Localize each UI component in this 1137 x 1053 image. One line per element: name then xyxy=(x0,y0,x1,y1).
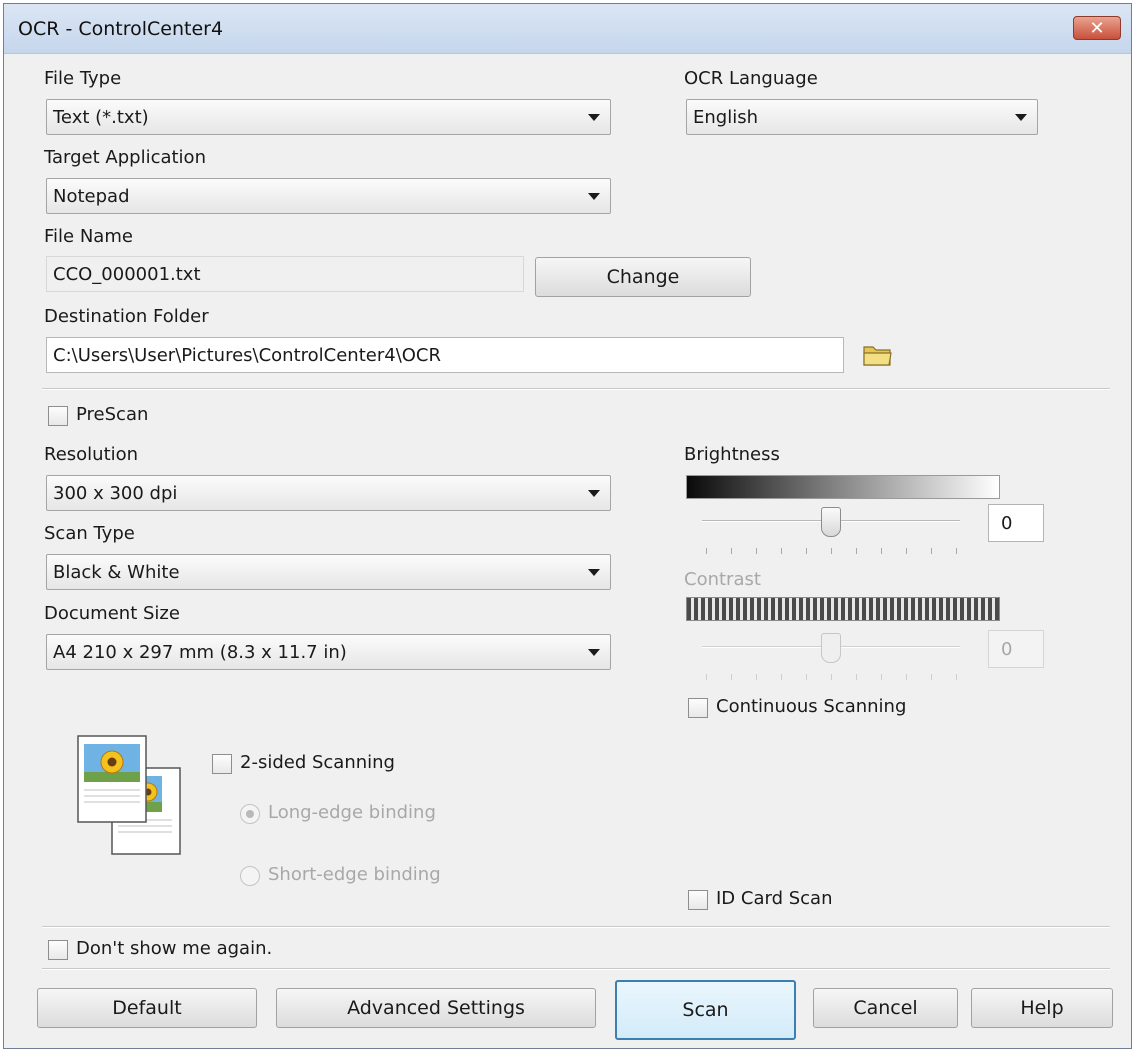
help-button[interactable]: Help xyxy=(971,988,1113,1028)
close-button[interactable]: ✕ xyxy=(1073,16,1121,40)
chevron-down-icon xyxy=(588,569,600,576)
separator xyxy=(42,968,1110,970)
separator xyxy=(42,388,1110,390)
destination-folder-input[interactable]: C:\Users\User\Pictures\ControlCenter4\OC… xyxy=(46,337,844,373)
advanced-settings-button[interactable]: Advanced Settings xyxy=(276,988,596,1028)
long-edge-binding-radio xyxy=(240,804,260,824)
two-sided-scanning-label: 2-sided Scanning xyxy=(240,752,395,773)
file-name-label: File Name xyxy=(44,226,133,247)
window-title: OCR - ControlCenter4 xyxy=(18,18,224,40)
contrast-label: Contrast xyxy=(684,569,761,590)
contrast-pattern xyxy=(686,597,1000,621)
ocr-language-dropdown[interactable]: English xyxy=(686,99,1038,135)
chevron-down-icon xyxy=(1015,114,1027,121)
continuous-scanning-checkbox[interactable] xyxy=(688,698,708,718)
destination-folder-value: C:\Users\User\Pictures\ControlCenter4\OC… xyxy=(53,345,442,366)
resolution-value: 300 x 300 dpi xyxy=(53,483,178,504)
change-button[interactable]: Change xyxy=(535,257,751,297)
target-application-label: Target Application xyxy=(44,147,206,168)
dont-show-again-label: Don't show me again. xyxy=(76,938,273,959)
resolution-dropdown[interactable]: 300 x 300 dpi xyxy=(46,475,611,511)
separator xyxy=(42,926,1110,928)
long-edge-binding-label: Long-edge binding xyxy=(268,802,436,823)
brightness-gradient xyxy=(686,475,1000,499)
scan-type-value: Black & White xyxy=(53,562,180,583)
ocr-language-value: English xyxy=(693,107,758,128)
short-edge-binding-label: Short-edge binding xyxy=(268,864,441,885)
file-type-label: File Type xyxy=(44,68,122,89)
file-name-value: CCO_000001.txt xyxy=(53,264,201,285)
target-application-dropdown[interactable]: Notepad xyxy=(46,178,611,214)
ocr-language-label: OCR Language xyxy=(684,68,818,89)
file-type-value: Text (*.txt) xyxy=(53,107,149,128)
contrast-slider-thumb xyxy=(821,633,841,663)
destination-folder-label: Destination Folder xyxy=(44,306,209,327)
contrast-value-field: 0 xyxy=(988,630,1044,668)
brightness-value: 0 xyxy=(1001,513,1013,534)
prescan-label: PreScan xyxy=(76,404,149,425)
chevron-down-icon xyxy=(588,649,600,656)
continuous-scanning-label: Continuous Scanning xyxy=(716,696,907,717)
short-edge-binding-radio xyxy=(240,866,260,886)
brightness-ticks xyxy=(706,548,957,556)
document-size-value: A4 210 x 297 mm (8.3 x 11.7 in) xyxy=(53,642,347,663)
chevron-down-icon xyxy=(588,490,600,497)
ocr-dialog: OCR - ControlCenter4 ✕ File Type Text (*… xyxy=(3,3,1132,1049)
id-card-scan-label: ID Card Scan xyxy=(716,888,833,909)
dont-show-again-checkbox[interactable] xyxy=(48,940,68,960)
two-sided-document-icon xyxy=(77,735,181,855)
id-card-scan-checkbox[interactable] xyxy=(688,890,708,910)
default-button[interactable]: Default xyxy=(37,988,257,1028)
cancel-button[interactable]: Cancel xyxy=(813,988,958,1028)
file-type-dropdown[interactable]: Text (*.txt) xyxy=(46,99,611,135)
prescan-checkbox[interactable] xyxy=(48,406,68,426)
target-application-value: Notepad xyxy=(53,186,130,207)
file-name-field: CCO_000001.txt xyxy=(46,256,524,292)
chevron-down-icon xyxy=(588,114,600,121)
scan-button[interactable]: Scan xyxy=(615,980,796,1040)
resolution-label: Resolution xyxy=(44,444,139,465)
chevron-down-icon xyxy=(588,193,600,200)
scan-type-label: Scan Type xyxy=(44,523,135,544)
contrast-ticks xyxy=(706,674,957,682)
document-size-label: Document Size xyxy=(44,603,180,624)
brightness-label: Brightness xyxy=(684,444,780,465)
brightness-value-field[interactable]: 0 xyxy=(988,504,1044,542)
title-bar[interactable]: OCR - ControlCenter4 ✕ xyxy=(4,4,1131,54)
two-sided-scanning-checkbox[interactable] xyxy=(212,754,232,774)
document-size-dropdown[interactable]: A4 210 x 297 mm (8.3 x 11.7 in) xyxy=(46,634,611,670)
folder-icon[interactable] xyxy=(862,342,894,368)
brightness-slider-thumb[interactable] xyxy=(821,507,841,537)
contrast-value: 0 xyxy=(1001,639,1013,660)
scan-type-dropdown[interactable]: Black & White xyxy=(46,554,611,590)
